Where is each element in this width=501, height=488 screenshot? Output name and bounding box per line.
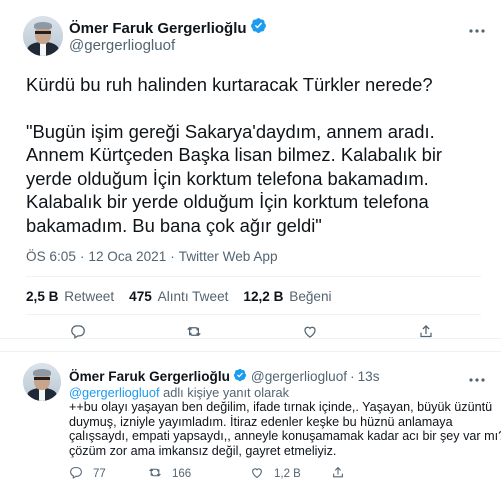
tweet-date[interactable]: 12 Oca 2021	[88, 249, 166, 264]
reply-count: 77	[93, 468, 106, 480]
retweet-action[interactable]: 166	[148, 466, 250, 482]
retweet-label: Retweet	[64, 289, 115, 304]
quote-label: Alıntı Tweet	[157, 289, 229, 304]
retweet-icon[interactable]	[186, 324, 202, 344]
reply-action[interactable]: 77	[69, 466, 148, 482]
verified-badge-icon	[233, 368, 247, 385]
reply-text-line: duymuş, izniyle yayımladım. İtiraz edenl…	[69, 414, 453, 429]
retweet-count: 166	[172, 468, 192, 480]
like-label: Beğeni	[289, 289, 332, 304]
retweet-icon[interactable]	[148, 466, 172, 482]
like-icon[interactable]	[302, 324, 318, 344]
reply-author-avatar[interactable]	[23, 363, 61, 401]
divider	[26, 314, 481, 315]
replying-to-suffix: adlı kişiye yanıt olarak	[163, 385, 290, 400]
reply-text-line: ++bu olayı yaşayan ben değilim, ifade tı…	[69, 400, 493, 414]
share-icon[interactable]	[331, 466, 355, 482]
tweet-text-line: yerde olduğum İçin korktum telefona baka…	[26, 167, 429, 189]
tweet-text-line: "Bugün işim gereği Sakarya'daydım, annem…	[26, 120, 435, 142]
like-icon[interactable]	[250, 466, 274, 482]
reply-author-handle[interactable]: @gergerliogluof	[251, 369, 347, 384]
like-stat[interactable]: 12,2 B Beğeni	[243, 289, 331, 304]
tweet-text-line: Annem Kürtçeden Başka lisan bilmez. Kala…	[26, 144, 443, 165]
tweet-source[interactable]: Twitter Web App	[179, 249, 278, 264]
author-name[interactable]: Ömer Faruk Gergerlioğlu	[69, 20, 247, 37]
tweet-stats: 2,5 B Retweet 475 Alıntı Tweet 12,2 B Be…	[26, 289, 332, 304]
quote-count: 475	[129, 289, 152, 304]
share-icon[interactable]	[418, 324, 434, 344]
header-separator: ·	[350, 369, 355, 384]
tweet-text: Kürdü bu ruh halinden kurtaracak Türkler…	[26, 73, 486, 237]
author-name-row[interactable]: Ömer Faruk Gergerlioğlu	[69, 17, 267, 39]
tweet-meta: ÖS 6:05 · 12 Oca 2021 · Twitter Web App	[26, 249, 278, 264]
quote-stat[interactable]: 475 Alıntı Tweet	[129, 289, 228, 304]
tweet-text-line: bakamadım. Bu bana çok ağır geldi"	[26, 214, 322, 236]
author-avatar[interactable]	[23, 16, 63, 56]
retweet-count: 2,5 B	[26, 289, 59, 304]
reply-header: Ömer Faruk Gergerlioğlu @gergerliogluof …	[69, 368, 380, 385]
divider	[26, 276, 481, 277]
verified-badge-icon	[250, 17, 267, 39]
share-action[interactable]	[331, 466, 361, 482]
meta-separator: ·	[170, 249, 175, 264]
reply-time[interactable]: 13s	[358, 369, 380, 384]
reply-author-name[interactable]: Ömer Faruk Gergerlioğlu	[69, 369, 230, 384]
tweet-time[interactable]: ÖS 6:05	[26, 249, 76, 264]
more-icon[interactable]	[468, 22, 486, 40]
like-count: 12,2 B	[243, 289, 284, 304]
replying-to-link[interactable]: @gergerliogluof	[69, 385, 160, 400]
tweet-text-line: Kürdü bu ruh halinden kurtaracak Türkler…	[26, 74, 433, 95]
reply-text: ++bu olayı yaşayan ben değilim, ifade tı…	[69, 400, 501, 459]
tweet-text-line: Kalabalık bir yerde olduğum İçin korktum…	[26, 191, 429, 212]
reply-icon[interactable]	[69, 466, 93, 482]
retweet-stat[interactable]: 2,5 B Retweet	[26, 289, 114, 304]
reply-text-line: çalışsaydı, empati yapsaydı,, anneyle ko…	[69, 429, 501, 444]
reply-tweet-actions: 77 166 1,2 B	[69, 466, 361, 482]
main-tweet-actions	[26, 324, 481, 339]
reply-icon[interactable]	[70, 324, 86, 344]
more-icon[interactable]	[468, 371, 486, 389]
reply-text-line: çözüm zor ama imkansız değil, gayret etm…	[69, 444, 337, 459]
author-handle[interactable]: @gergerliogluof	[69, 37, 175, 54]
meta-separator: ·	[79, 249, 85, 264]
like-count: 1,2 B	[274, 468, 301, 480]
like-action[interactable]: 1,2 B	[250, 466, 331, 482]
main-tweet: Ömer Faruk Gergerlioğlu @gergerliogluof …	[0, 0, 501, 339]
replying-to: @gergerliogluof adlı kişiye yanıt olarak	[69, 385, 289, 400]
